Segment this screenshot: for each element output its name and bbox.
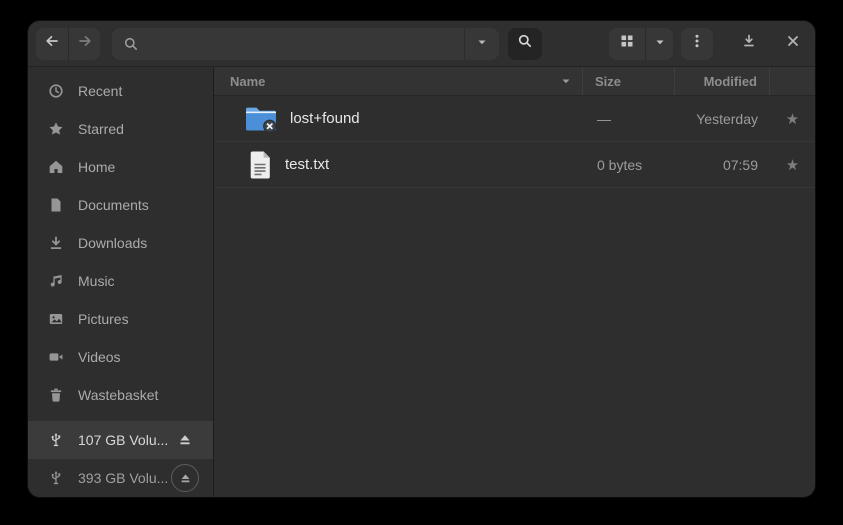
- search-icon: [517, 33, 533, 54]
- volume-label: 393 GB Volu...: [78, 470, 171, 486]
- search-options-dropdown[interactable]: [464, 28, 499, 60]
- sort-descending-icon: [560, 75, 572, 87]
- navigation-buttons: [36, 28, 100, 60]
- files-window: Recent Starred Home: [28, 21, 815, 497]
- view-options-dropdown[interactable]: [645, 28, 673, 60]
- headerbar: [28, 21, 815, 67]
- search-entry[interactable]: [112, 28, 499, 60]
- chevron-down-icon: [476, 35, 488, 53]
- sidebar-item-recent[interactable]: Recent: [28, 72, 213, 110]
- sidebar-item-starred[interactable]: Starred: [28, 110, 213, 148]
- sidebar-item-label: Music: [78, 273, 115, 289]
- sidebar-item-pictures[interactable]: Pictures: [28, 300, 213, 338]
- file-rows: lost+found — Yesterday ★: [214, 96, 815, 497]
- column-header-size[interactable]: Size: [583, 74, 674, 89]
- folder-no-access-icon: [230, 105, 278, 133]
- videos-icon: [48, 349, 64, 365]
- chevron-down-icon: [654, 35, 666, 53]
- usb-drive-icon: [48, 470, 64, 486]
- desktop-background: Recent Starred Home: [0, 0, 843, 525]
- music-icon: [48, 273, 64, 289]
- column-header-name[interactable]: Name: [214, 74, 582, 89]
- documents-icon: [48, 197, 64, 213]
- back-button[interactable]: [36, 28, 68, 60]
- sidebar-volume-393gb[interactable]: 393 GB Volu...: [28, 459, 213, 497]
- column-name-label: Name: [230, 74, 265, 89]
- wastebasket-icon: [48, 387, 64, 403]
- column-modified-label: Modified: [704, 74, 757, 89]
- grid-view-icon: [619, 33, 635, 54]
- file-row-test-txt[interactable]: test.txt 0 bytes 07:59 ★: [214, 142, 815, 188]
- back-arrow-icon: [44, 33, 60, 54]
- column-header-modified[interactable]: Modified: [675, 74, 769, 89]
- sidebar-item-label: Home: [78, 159, 115, 175]
- close-button[interactable]: [779, 30, 807, 58]
- search-input[interactable]: [147, 36, 464, 52]
- sidebar-item-label: Videos: [78, 349, 121, 365]
- grid-view-button[interactable]: [609, 28, 645, 60]
- column-size-label: Size: [595, 74, 621, 89]
- star-button[interactable]: ★: [770, 110, 815, 128]
- file-name: lost+found: [290, 110, 360, 127]
- search-toggle-button[interactable]: [508, 28, 542, 60]
- forward-button[interactable]: [68, 28, 100, 60]
- usb-drive-icon: [48, 432, 64, 448]
- file-modified: 07:59: [676, 157, 770, 173]
- sidebar-item-music[interactable]: Music: [28, 262, 213, 300]
- view-mode-split-button: [609, 28, 673, 60]
- sidebar-item-label: Documents: [78, 197, 149, 213]
- sidebar-item-videos[interactable]: Videos: [28, 338, 213, 376]
- minimize-icon: [741, 33, 757, 54]
- recent-icon: [48, 83, 64, 99]
- sidebar-item-label: Wastebasket: [78, 387, 158, 403]
- file-size: —: [585, 111, 676, 127]
- eject-button[interactable]: [171, 426, 199, 454]
- sidebar-item-label: Starred: [78, 121, 124, 137]
- minimize-button[interactable]: [735, 30, 763, 58]
- eject-button[interactable]: [171, 464, 199, 492]
- downloads-icon: [48, 235, 64, 251]
- sidebar-item-wastebasket[interactable]: Wastebasket: [28, 376, 213, 414]
- starred-icon: [48, 121, 64, 137]
- sidebar-item-documents[interactable]: Documents: [28, 186, 213, 224]
- file-modified: Yesterday: [676, 111, 770, 127]
- kebab-menu-icon: [689, 33, 705, 54]
- close-icon: [786, 34, 800, 53]
- sidebar-volume-107gb[interactable]: 107 GB Volu...: [28, 421, 213, 459]
- sidebar-item-label: Recent: [78, 83, 122, 99]
- file-row-lost-found[interactable]: lost+found — Yesterday ★: [214, 96, 815, 142]
- pictures-icon: [48, 311, 64, 327]
- home-icon: [48, 159, 64, 175]
- column-separator: [769, 67, 770, 95]
- sidebar: Recent Starred Home: [28, 67, 214, 497]
- file-list-pane: Name Size Modified: [214, 67, 815, 497]
- star-button[interactable]: ★: [770, 156, 815, 174]
- forward-arrow-icon: [77, 33, 93, 54]
- file-size: 0 bytes: [585, 157, 676, 173]
- search-icon: [123, 36, 139, 52]
- sidebar-volumes: 107 GB Volu... 393 GB Volu...: [28, 421, 213, 497]
- list-header: Name Size Modified: [214, 67, 815, 96]
- sidebar-item-label: Downloads: [78, 235, 147, 251]
- sidebar-item-downloads[interactable]: Downloads: [28, 224, 213, 262]
- sidebar-item-home[interactable]: Home: [28, 148, 213, 186]
- main-menu-button[interactable]: [681, 28, 713, 60]
- file-name: test.txt: [285, 156, 329, 173]
- text-file-icon: [230, 150, 273, 180]
- sidebar-item-label: Pictures: [78, 311, 129, 327]
- volume-label: 107 GB Volu...: [78, 432, 171, 448]
